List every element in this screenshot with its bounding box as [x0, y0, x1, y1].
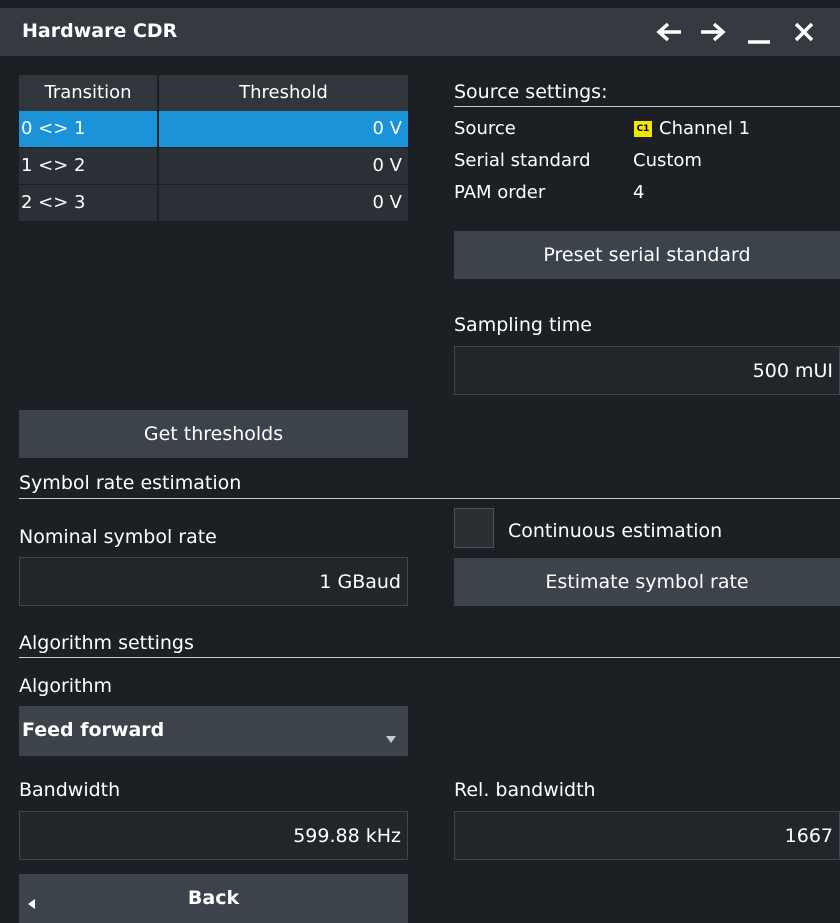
source-label: Source [454, 118, 516, 139]
get-thresholds-button[interactable]: Get thresholds [19, 410, 408, 458]
threshold-cell[interactable]: 0 V [159, 185, 408, 221]
algorithm-settings-heading: Algorithm settings [19, 632, 194, 654]
dialog-title: Hardware CDR [22, 20, 178, 42]
preset-serial-standard-button[interactable]: Preset serial standard [454, 231, 840, 279]
bandwidth-field[interactable]: 599.88 kHz [19, 811, 408, 860]
pam-order-value: 4 [633, 182, 645, 203]
algorithm-selected-value: Feed forward [22, 719, 165, 741]
section-divider [19, 498, 840, 499]
minimize-icon[interactable] [745, 16, 775, 48]
threshold-cell[interactable]: 0 V [159, 111, 408, 147]
channel-badge: C1 [634, 121, 652, 137]
pam-order-label: PAM order [454, 182, 546, 203]
algorithm-label: Algorithm [19, 675, 113, 697]
table-header: Transition Threshold [19, 75, 408, 111]
symbol-rate-heading: Symbol rate estimation [19, 472, 242, 494]
continuous-estimation-label[interactable]: Continuous estimation [508, 520, 722, 542]
serial-standard-value: Custom [633, 150, 702, 171]
title-bar: Hardware CDR [0, 8, 840, 56]
table-row[interactable]: 2 <> 3 0 V [19, 185, 408, 221]
arrow-left-icon[interactable] [654, 16, 684, 48]
back-button[interactable]: Back [19, 874, 408, 923]
nominal-symbol-rate-label: Nominal symbol rate [19, 526, 217, 548]
arrow-right-icon[interactable] [698, 16, 728, 48]
chevron-down-icon [386, 727, 396, 743]
section-divider [454, 106, 840, 107]
estimate-symbol-rate-button[interactable]: Estimate symbol rate [454, 558, 840, 606]
sampling-time-field[interactable]: 500 mUI [454, 346, 840, 395]
hardware-cdr-dialog: Hardware CDR Transition Threshold 0 <> 1… [0, 0, 840, 923]
nominal-symbol-rate-field[interactable]: 1 GBaud [19, 557, 408, 606]
close-icon[interactable] [790, 16, 820, 48]
rel-bandwidth-label: Rel. bandwidth [454, 779, 596, 801]
section-divider [19, 657, 840, 658]
continuous-estimation-checkbox[interactable] [454, 508, 494, 548]
table-row[interactable]: 0 <> 1 0 V [19, 111, 408, 147]
serial-standard-label: Serial standard [454, 150, 591, 171]
transition-cell: 0 <> 1 [19, 111, 157, 147]
table-row[interactable]: 1 <> 2 0 V [19, 148, 408, 184]
bandwidth-label: Bandwidth [19, 779, 121, 801]
source-settings-heading: Source settings: [454, 81, 608, 103]
sampling-time-label: Sampling time [454, 314, 592, 336]
transition-cell: 1 <> 2 [19, 148, 157, 184]
back-button-label: Back [187, 887, 240, 909]
column-header-threshold[interactable]: Threshold [159, 75, 408, 111]
rel-bandwidth-field[interactable]: 1667 [454, 811, 840, 860]
source-value[interactable]: Channel 1 [659, 118, 750, 139]
algorithm-select[interactable]: Feed forward [19, 706, 408, 756]
column-header-transition[interactable]: Transition [19, 75, 157, 111]
threshold-cell[interactable]: 0 V [159, 148, 408, 184]
transition-cell: 2 <> 3 [19, 185, 157, 221]
